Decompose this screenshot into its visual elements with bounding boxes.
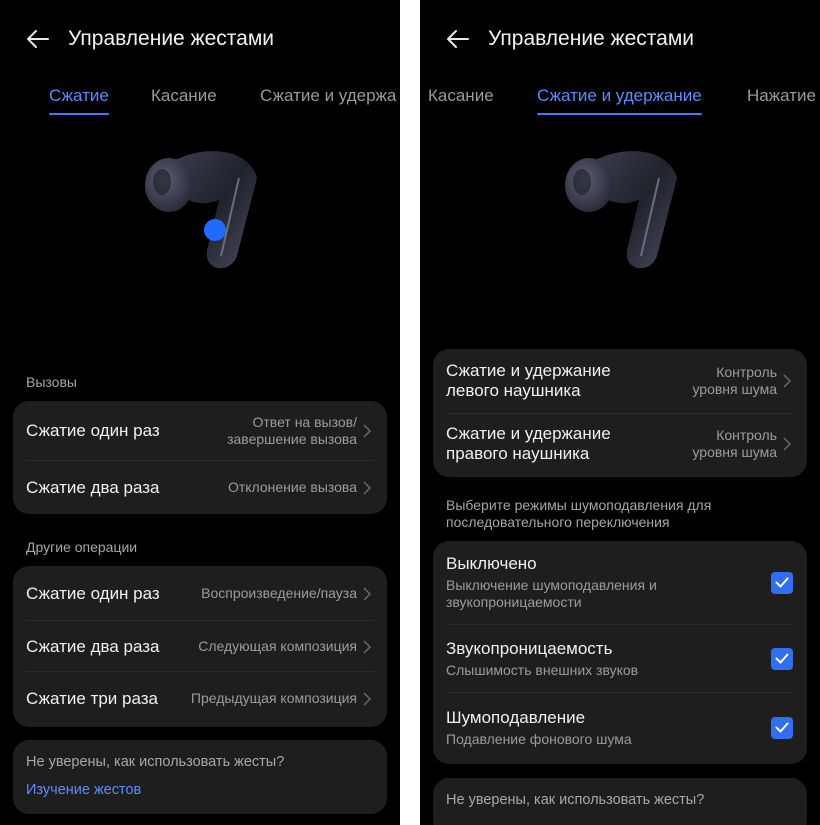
row-title: Сжатие один раз (26, 421, 160, 440)
tab-bar: Касание Сжатие и удержание Нажатие (420, 86, 820, 122)
squeeze-point-marker (204, 219, 226, 241)
row-title: Сжатие и удержание правого наушника (446, 424, 611, 463)
chevron-right-icon (783, 437, 793, 451)
gesture-screen-right: Управление жестами Касание Сжатие и удер… (420, 0, 820, 825)
tab-squeeze-hold[interactable]: Сжатие и удержа (260, 86, 396, 106)
list-item-play-pause[interactable]: Сжатие один раз Воспроизведение/пауза (13, 566, 387, 621)
tab-touch[interactable]: Касание (428, 86, 494, 106)
list-item-mode-off[interactable]: Выключено Выключение шумоподавления и зву… (433, 541, 807, 624)
row-value: Ответ на вызов/завершение вызова (227, 414, 357, 447)
row-subtitle: Слышимость внешних звуков (446, 661, 639, 678)
chevron-right-icon (363, 639, 373, 654)
back-arrow-icon[interactable] (442, 24, 472, 54)
hold-actions-card: Сжатие и удержание левого наушника Контро… (433, 349, 807, 477)
row-title: Сжатие и удержание левого наушника (446, 361, 611, 400)
header: Управление жестами (22, 22, 390, 56)
list-item-next-track[interactable]: Сжатие два раза Следующая композиция (13, 621, 387, 672)
row-subtitle: Подавление фонового шума (446, 730, 632, 747)
noise-modes-card: Выключено Выключение шумоподавления и зву… (433, 541, 807, 764)
row-value: Контроль уровня шума (692, 427, 777, 460)
row-title: Сжатие два раза (26, 477, 160, 497)
row-title: Выключено (446, 554, 537, 573)
checkbox-checked-icon[interactable] (771, 647, 793, 670)
row-value: Отклонение вызова (227, 479, 357, 495)
other-ops-card: Сжатие один раз Воспроизведение/пауза Сж… (13, 566, 387, 727)
page-title: Управление жестами (488, 27, 695, 50)
section-label-noise-modes: Выберите режимы шумоподавления для послед… (446, 497, 712, 530)
row-value: Следующая композиция (198, 638, 357, 654)
row-value: Предыдущая композиция (190, 690, 357, 706)
row-title: Звукопроницаемость (446, 638, 613, 658)
tab-touch[interactable]: Касание (151, 86, 217, 106)
chevron-right-icon (363, 424, 373, 438)
list-item-hold-left[interactable]: Сжатие и удержание левого наушника Контро… (433, 349, 807, 413)
list-item-mode-awareness[interactable]: Звукопроницаемость Слышимость внешних зв… (433, 625, 807, 692)
gesture-screen-left: Управление жестами Сжатие Касание Сжатие… (0, 0, 400, 825)
earbud-image (555, 138, 695, 288)
help-card: Не уверены, как использовать жесты? (433, 778, 807, 825)
tab-press[interactable]: Нажатие (747, 86, 816, 106)
chevron-right-icon (363, 586, 373, 601)
row-subtitle: Выключение шумоподавления и звукопроницае… (446, 577, 657, 610)
header: Управление жестами (442, 22, 810, 56)
list-item-mode-anc[interactable]: Шумоподавление Подавление фонового шума (433, 693, 807, 762)
learn-gestures-link[interactable]: Изучение жестов (26, 782, 141, 798)
list-item-call-squeeze-twice[interactable]: Сжатие два раза Отклонение вызова (13, 461, 387, 514)
chevron-right-icon (783, 374, 793, 388)
row-value: Контроль уровня шума (692, 364, 777, 397)
checkbox-checked-icon[interactable] (771, 571, 793, 594)
calls-card: Сжатие один раз Ответ на вызов/завершени… (13, 401, 387, 514)
help-card: Не уверены, как использовать жесты? Изуч… (13, 740, 387, 814)
help-question: Не уверены, как использовать жесты? (446, 792, 705, 808)
checkbox-checked-icon[interactable] (771, 716, 793, 739)
row-title: Сжатие один раз (26, 583, 160, 603)
list-item-previous-track[interactable]: Сжатие три раза Предыдущая композиция (13, 672, 387, 725)
list-item-hold-right[interactable]: Сжатие и удержание правого наушника Контр… (433, 413, 807, 475)
tab-bar: Сжатие Касание Сжатие и удержа (0, 86, 400, 122)
chevron-right-icon (363, 691, 373, 706)
chevron-right-icon (363, 480, 373, 495)
section-label-other: Другие операции (26, 539, 138, 555)
row-title: Сжатие два раза (26, 636, 160, 656)
row-title: Сжатие три раза (26, 688, 158, 708)
page-title: Управление жестами (68, 27, 275, 50)
row-title: Шумоподавление (446, 707, 586, 727)
earbud-image (135, 138, 275, 288)
tab-squeeze[interactable]: Сжатие (49, 86, 109, 115)
list-item-call-squeeze-once[interactable]: Сжатие один раз Ответ на вызов/завершени… (13, 401, 387, 461)
back-arrow-icon[interactable] (22, 24, 52, 54)
help-question: Не уверены, как использовать жесты? (26, 754, 285, 770)
tab-squeeze-hold[interactable]: Сжатие и удержание (537, 86, 702, 115)
section-label-calls: Вызовы (26, 374, 77, 390)
row-value: Воспроизведение/пауза (201, 585, 357, 601)
